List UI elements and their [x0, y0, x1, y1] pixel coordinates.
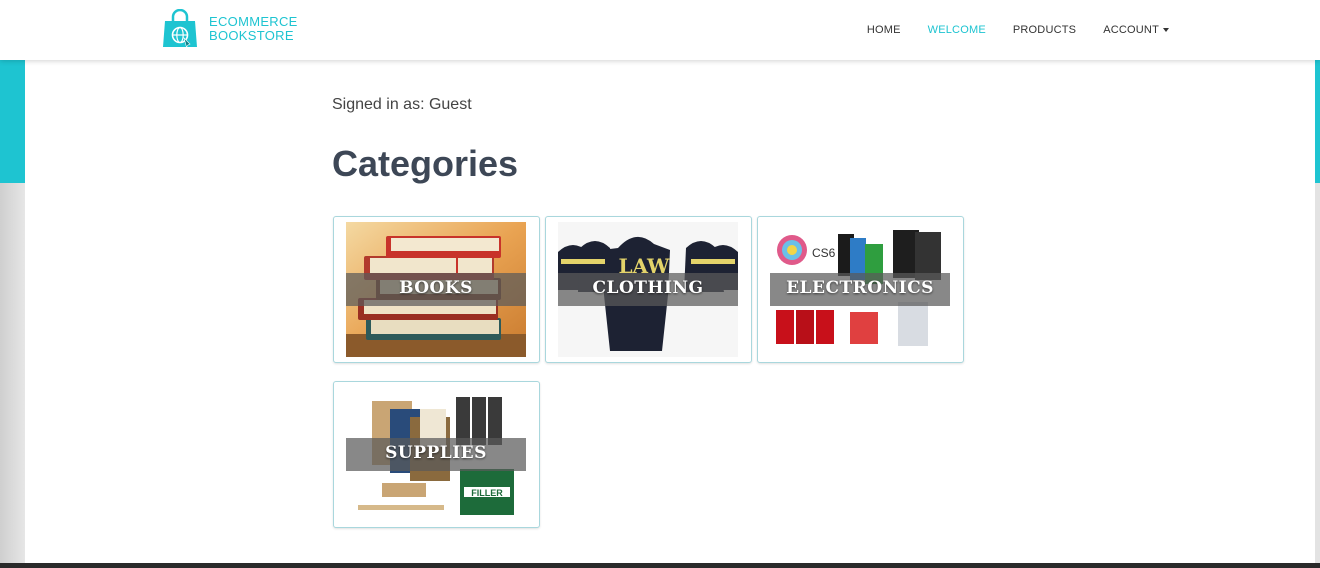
page-gutter — [0, 183, 25, 568]
filler-paper-text: FILLER — [471, 488, 503, 498]
nav-welcome[interactable]: WELCOME — [928, 24, 986, 36]
category-image: CS6 ELECTRONICS — [770, 222, 950, 357]
category-label: ELECTRONICS — [786, 278, 934, 298]
category-card-supplies[interactable]: FILLER SUPPLIES — [333, 381, 540, 528]
category-card-books[interactable]: BOOKS — [333, 216, 540, 363]
category-label: BOOKS — [399, 278, 473, 298]
nav-account-dropdown[interactable]: ACCOUNT — [1103, 24, 1169, 36]
brand-line-1: ECOMMERCE — [209, 14, 298, 29]
category-image: BOOKS — [346, 222, 526, 357]
shopping-bag-globe-icon — [163, 9, 197, 48]
nav-account-label: ACCOUNT — [1103, 24, 1159, 36]
page-title: Categories — [332, 143, 519, 184]
adobe-cs6-text: CS6 — [812, 246, 836, 260]
nav-home[interactable]: HOME — [867, 24, 901, 36]
top-navbar: ECOMMERCE BOOKSTORE HOME WELCOME PRODUCT… — [0, 0, 1320, 60]
caret-down-icon — [1163, 28, 1169, 33]
category-image: FILLER SUPPLIES — [346, 387, 526, 522]
category-card-electronics[interactable]: CS6 ELECTRONICS — [757, 216, 964, 363]
footer-edge — [0, 563, 1320, 568]
category-label: CLOTHING — [592, 278, 704, 298]
main-nav: HOME WELCOME PRODUCTS ACCOUNT — [840, 0, 1169, 60]
brand-name: ECOMMERCE BOOKSTORE — [209, 15, 298, 43]
category-label: SUPPLIES — [385, 443, 487, 463]
brand-logo[interactable]: ECOMMERCE BOOKSTORE — [162, 9, 298, 49]
category-card-clothing[interactable]: LAW CLOTHING — [545, 216, 752, 363]
signed-in-status: Signed in as: Guest — [332, 96, 472, 113]
nav-products[interactable]: PRODUCTS — [1013, 24, 1076, 36]
brand-line-2: BOOKSTORE — [209, 28, 294, 43]
category-image: LAW CLOTHING — [558, 222, 738, 357]
